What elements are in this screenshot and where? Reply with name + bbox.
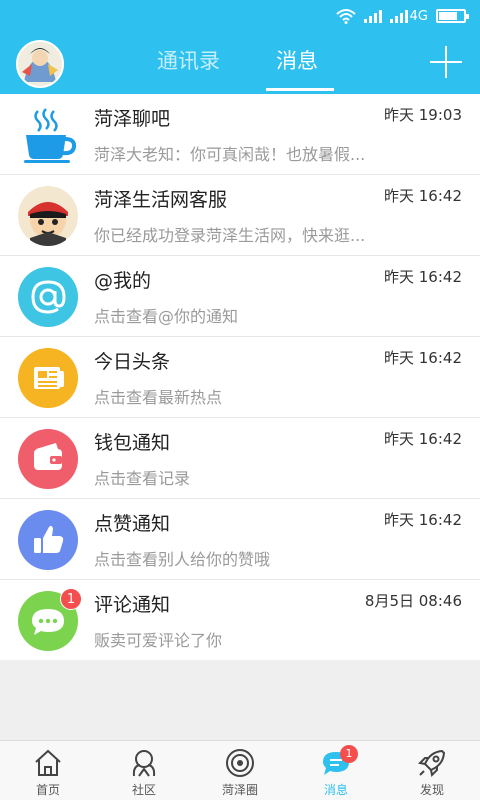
wifi-icon: [335, 9, 356, 24]
list-item-wallet[interactable]: 钱包通知 点击查看记录 昨天 16:42: [0, 418, 480, 499]
rocket-icon: [417, 749, 446, 778]
add-icon[interactable]: [430, 46, 462, 78]
cartoon-avatar: [18, 186, 78, 246]
battery-icon: [436, 9, 469, 23]
newspaper-icon: [18, 348, 78, 408]
tab-discover[interactable]: 发现: [384, 741, 480, 800]
coffee-cup-icon: [18, 105, 78, 165]
message-preview: 贩卖可爱评论了你: [94, 631, 223, 650]
message-time: 昨天 16:42: [384, 268, 462, 286]
community-icon: [132, 750, 156, 777]
tab-heze-circle[interactable]: 菏泽圈: [192, 741, 288, 800]
message-title: 今日头条: [94, 351, 171, 373]
network-type: 4G: [409, 8, 428, 24]
top-header: 通讯录 消息: [0, 32, 480, 94]
message-preview: 点击查看记录: [94, 469, 191, 488]
signal-icon: [363, 9, 382, 23]
tab-label: 发现: [419, 783, 444, 797]
tab-community[interactable]: 社区: [96, 741, 192, 800]
message-list: 菏泽聊吧 菏泽大老知：你可真闲哉！也放暑假... 昨天 19:03 菏泽生活网客…: [0, 94, 480, 660]
bottom-tab-bar: 首页 社区 菏泽圈 1 消息 发现: [0, 740, 480, 800]
message-time: 昨天 16:42: [384, 511, 462, 529]
message-title: 菏泽生活网客服: [94, 189, 228, 211]
avatar-illustration: [18, 42, 62, 86]
tab-badge: 1: [340, 745, 358, 763]
battery-fill: [439, 12, 458, 20]
list-item-headlines[interactable]: 今日头条 点击查看最新热点 昨天 16:42: [0, 337, 480, 418]
message-time: 昨天 16:42: [384, 349, 462, 367]
message-title: 菏泽聊吧: [94, 108, 171, 130]
message-time: 昨天 16:42: [384, 430, 462, 448]
signal-icon-2: [389, 9, 408, 23]
tab-label: 社区: [131, 783, 156, 797]
at-sign-icon: [18, 267, 78, 327]
message-preview: 菏泽大老知：你可真闲哉！也放暑假...: [94, 145, 366, 164]
circle-icon: [226, 749, 254, 777]
message-time: 8月5日 08:46: [364, 592, 462, 610]
list-item-mentions[interactable]: @我的 点击查看@你的通知 昨天 16:42: [0, 256, 480, 337]
status-icons: 4G: [335, 6, 469, 26]
message-title: 钱包通知: [94, 432, 171, 454]
avatar[interactable]: [16, 40, 64, 88]
tab-label: 消息: [323, 783, 348, 797]
tab-home[interactable]: 首页: [0, 741, 96, 800]
active-tab-indicator: [266, 88, 334, 91]
message-title: @我的: [94, 270, 152, 292]
wallet-icon: [18, 429, 78, 489]
message-preview: 点击查看最新热点: [94, 388, 223, 407]
message-preview: 你已经成功登录菏泽生活网，快来逛...: [94, 226, 366, 245]
message-preview: 点击查看别人给你的赞哦: [94, 550, 271, 569]
list-item-comments[interactable]: 1 评论通知 贩卖可爱评论了你 8月5日 08:46: [0, 580, 480, 660]
message-preview: 点击查看@你的通知: [94, 307, 239, 326]
message-title: 点赞通知: [94, 513, 171, 535]
list-item-heze-chat[interactable]: 菏泽聊吧 菏泽大老知：你可真闲哉！也放暑假... 昨天 19:03: [0, 94, 480, 175]
message-time: 昨天 16:42: [384, 187, 462, 205]
status-bar: 4G: [0, 0, 480, 32]
tab-label: 菏泽圈: [221, 783, 258, 797]
thumbs-up-icon: [18, 510, 78, 570]
tab-messages[interactable]: 消息: [276, 32, 318, 94]
tab-messages-bottom[interactable]: 1 消息: [288, 741, 384, 800]
tab-label: 首页: [35, 783, 60, 797]
list-item-likes[interactable]: 点赞通知 点击查看别人给你的赞哦 昨天 16:42: [0, 499, 480, 580]
tab-contacts[interactable]: 通讯录: [157, 32, 220, 94]
message-title: 评论通知: [94, 594, 171, 616]
list-item-customer-service[interactable]: 菏泽生活网客服 你已经成功登录菏泽生活网，快来逛... 昨天 16:42: [0, 175, 480, 256]
home-icon: [35, 749, 61, 776]
unread-badge: 1: [60, 588, 82, 610]
message-time: 昨天 19:03: [384, 106, 462, 124]
